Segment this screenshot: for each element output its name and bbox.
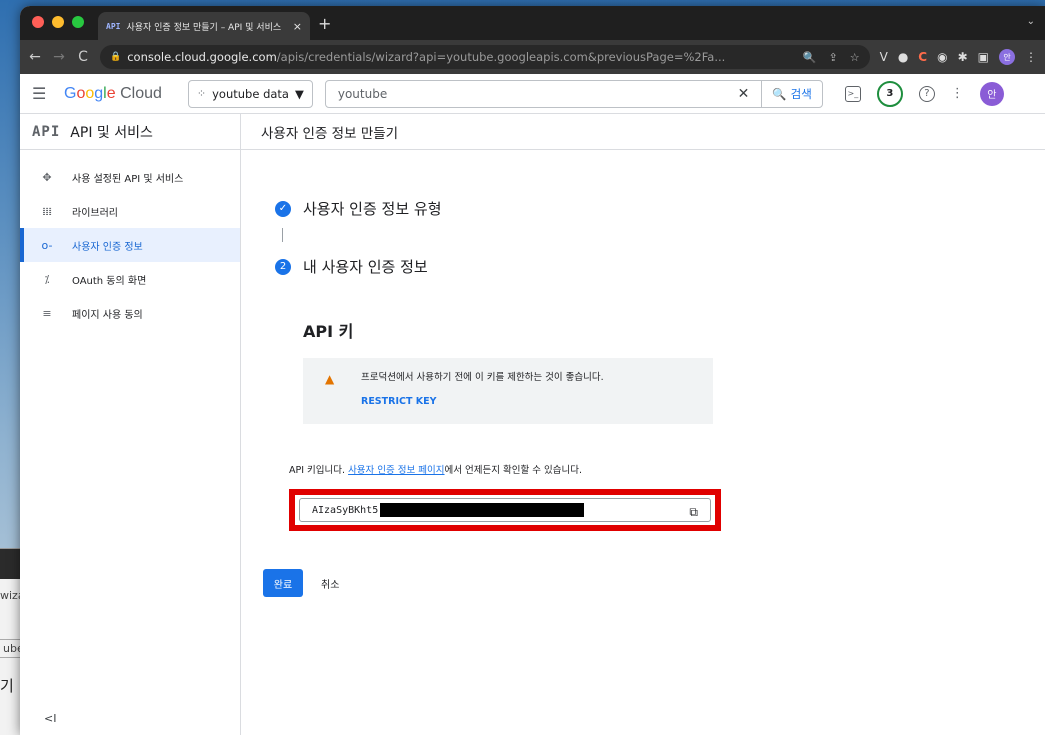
zoom-icon[interactable]: 🔍 [803,51,817,64]
sidebar-item-page-usage[interactable]: ≡ 페이지 사용 동의 [20,296,240,330]
account-avatar[interactable]: 안 [979,81,1004,106]
gcp-header: ☰ Google Cloud ⁘ youtube data ▼ youtube … [20,74,1045,114]
close-window-button[interactable] [32,16,44,28]
new-tab-button[interactable]: + [318,14,331,33]
api-key-highlight: AIzaSyBKht5 ⧉ [289,489,721,531]
warning-icon: ▲ [325,372,335,386]
dropdown-arrow-icon: ▼ [294,86,304,101]
lock-icon: 🔒 [110,52,122,62]
tab-search-chevron-icon[interactable]: ⌄ [1027,16,1035,27]
api-key-value: AIzaSyBKht5 [312,504,379,516]
puzzle-icon[interactable]: ✱ [958,50,968,64]
search-input[interactable]: youtube [326,87,726,101]
restrict-key-link[interactable]: RESTRICT KEY [361,396,436,407]
step-connector [282,228,283,242]
tab-close-icon[interactable]: × [293,20,302,33]
search-box: youtube ✕ 🔍 검색 [324,79,823,108]
api-key-field[interactable]: AIzaSyBKht5 ⧉ [299,498,711,522]
settings-list-icon: ≡ [42,306,52,320]
sidebar-title: API 및 서비스 [70,124,153,141]
done-button[interactable]: 완료 [263,569,303,597]
step-2: 2 내 사용자 인증 정보 [275,256,428,277]
extension-dot-icon[interactable]: ◉ [937,50,947,64]
api-logo-icon: API [32,123,61,140]
help-icon[interactable]: ? [918,85,935,102]
redaction-bar [380,503,585,517]
tab-title: 사용자 인증 정보 만들기 – API 및 서비스 [126,22,282,33]
url-text: console.cloud.google.com/apis/credential… [127,50,726,64]
main-content: 사용자 인증 정보 만들기 ✓ 사용자 인증 정보 유형 2 내 사용자 인증 … [241,114,1045,735]
sidebar-item-oauth-consent[interactable]: ⁒ OAuth 동의 화면 [20,262,240,296]
cancel-button[interactable]: 취소 [321,576,339,591]
bookmark-star-icon[interactable]: ☆ [850,51,860,64]
copy-icon[interactable]: ⧉ [689,505,698,520]
browser-tab[interactable]: API 사용자 인증 정보 만들기 – API 및 서비스 × [98,12,310,40]
share-icon[interactable]: ⇪ [829,51,838,64]
reload-icon[interactable]: C [76,49,90,65]
step-1-label: 사용자 인증 정보 유형 [303,200,442,218]
project-icon: ⁘ [196,87,207,100]
extensions-area: V ● C ◉ ✱ ▣ 안 ⋮ [880,49,1037,65]
collapse-sidebar-icon[interactable]: <I [44,712,56,725]
back-arrow-icon[interactable]: ← [28,49,42,65]
enabled-apis-icon: ✥ [42,170,52,184]
search-icon: 🔍 [772,86,787,101]
project-name: youtube data [212,86,289,101]
more-options-icon[interactable]: ⋮ [951,86,964,101]
page-title: 사용자 인증 정보 만들기 [241,114,1045,150]
oauth-icon: ⁒ [44,272,50,286]
extension-v-icon[interactable]: V [880,50,888,64]
api-key-info: API 키입니다. 사용자 인증 정보 페이지에서 언제든지 확인할 수 있습니… [289,465,582,476]
tab-bar: API 사용자 인증 정보 만들기 – API 및 서비스 × + ⌄ [20,6,1045,40]
cloud-shell-icon[interactable]: >_ [844,85,861,102]
api-key-heading: API 키 [303,322,354,341]
warning-banner: ▲ 프로덕션에서 사용하기 전에 이 키를 제한하는 것이 좋습니다. REST… [303,358,713,424]
step-2-label: 내 사용자 인증 정보 [303,258,428,276]
sidepanel-icon[interactable]: ▣ [978,50,989,64]
hamburger-menu-icon[interactable]: ☰ [32,84,52,103]
extension-c-icon[interactable]: C [918,50,927,64]
window-controls [32,16,84,28]
browser-menu-icon[interactable]: ⋮ [1025,50,1037,64]
minimize-window-button[interactable] [52,16,64,28]
project-selector[interactable]: ⁘ youtube data ▼ [187,79,313,108]
sidebar-item-credentials[interactable]: o- 사용자 인증 정보 [20,228,240,262]
notifications-badge[interactable]: 3 [876,80,903,107]
check-circle-icon: ✓ [275,200,291,217]
credentials-page-link[interactable]: 사용자 인증 정보 페이지 [348,465,444,476]
address-bar[interactable]: 🔒 console.cloud.google.com/apis/credenti… [100,45,870,69]
profile-avatar[interactable]: 안 [999,49,1015,65]
step-1: ✓ 사용자 인증 정보 유형 [275,198,442,219]
maximize-window-button[interactable] [72,16,84,28]
forward-arrow-icon[interactable]: → [52,49,66,65]
browser-toolbar: ← → C 🔒 console.cloud.google.com/apis/cr… [20,40,1045,74]
extension-circle-icon[interactable]: ● [898,50,908,64]
sidebar-item-library[interactable]: 𝍖 라이브러리 [20,194,240,228]
key-icon: o- [41,238,53,252]
sidebar: API API 및 서비스 ✥ 사용 설정된 API 및 서비스 𝍖 라이브러리… [20,114,241,735]
search-button[interactable]: 🔍 검색 [761,80,822,107]
warning-text: 프로덕션에서 사용하기 전에 이 키를 제한하는 것이 좋습니다. [361,372,604,383]
google-cloud-logo[interactable]: Google Cloud [64,85,162,103]
clear-search-icon[interactable]: ✕ [726,86,762,102]
library-icon: 𝍖 [42,204,52,218]
step-number-badge: 2 [275,258,291,275]
browser-window: API 사용자 인증 정보 만들기 – API 및 서비스 × + ⌄ ← → … [20,6,1045,735]
tab-favicon: API [106,21,121,31]
sidebar-item-enabled-apis[interactable]: ✥ 사용 설정된 API 및 서비스 [20,160,240,194]
